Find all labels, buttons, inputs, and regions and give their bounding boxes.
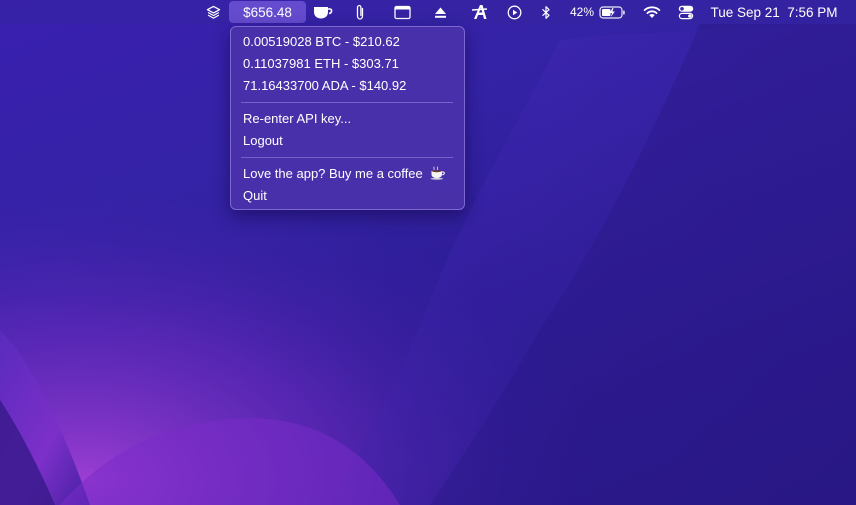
control-center-icon[interactable] [676, 0, 696, 24]
buy-coffee-label: Love the app? Buy me a coffee [243, 166, 423, 181]
quit-item[interactable]: Quit [243, 186, 267, 206]
window-icon[interactable] [392, 0, 412, 24]
coffee-cup-icon[interactable] [311, 0, 335, 24]
clock[interactable]: Tue Sep 21 7:56 PM [704, 0, 844, 24]
paperclip-icon[interactable] [351, 0, 369, 24]
battery-charging-icon[interactable] [598, 0, 626, 24]
crypto-dropdown-menu: 0.00519028 BTC - $210.62 0.11037981 ETH … [230, 26, 465, 210]
battery-percent-label: 42% [567, 0, 597, 24]
menu-separator [241, 157, 453, 158]
clock-label: Tue Sep 21 7:56 PM [710, 4, 838, 20]
crypto-total-label: $656.48 [243, 4, 292, 20]
holding-label: 71.16433700 ADA - $140.92 [243, 78, 407, 93]
logout-label: Logout [243, 133, 283, 148]
eject-icon[interactable] [431, 0, 449, 24]
holding-item-eth[interactable]: 0.11037981 ETH - $303.71 [243, 54, 399, 74]
desktop: $656.48 42% Tue Sep 21 7:56 PM 0.0051902… [0, 0, 856, 505]
holding-label: 0.00519028 BTC - $210.62 [243, 34, 400, 49]
holding-item-ada[interactable]: 71.16433700 ADA - $140.92 [243, 76, 406, 96]
battery-percent-text: 42% [569, 5, 595, 19]
reenter-api-key-item[interactable]: Re-enter API key... [243, 109, 351, 129]
coffee-cup-icon [430, 166, 446, 186]
holding-label: 0.11037981 ETH - $303.71 [243, 56, 399, 71]
play-circle-icon[interactable] [505, 0, 523, 24]
buy-coffee-item[interactable]: Love the app? Buy me a coffee [243, 164, 446, 184]
menu-separator [241, 102, 453, 103]
quit-label: Quit [243, 188, 267, 203]
bluetooth-icon[interactable] [538, 0, 554, 24]
crypto-total-button[interactable]: $656.48 [229, 1, 306, 23]
reenter-api-key-label: Re-enter API key... [243, 111, 352, 126]
layers-icon[interactable] [203, 0, 223, 24]
logout-item[interactable]: Logout [243, 131, 283, 151]
sketch-a-icon[interactable] [469, 0, 489, 24]
holding-item-btc[interactable]: 0.00519028 BTC - $210.62 [243, 32, 400, 52]
wifi-icon[interactable] [641, 0, 663, 24]
menu-bar: $656.48 42% Tue Sep 21 7:56 PM [0, 0, 856, 24]
